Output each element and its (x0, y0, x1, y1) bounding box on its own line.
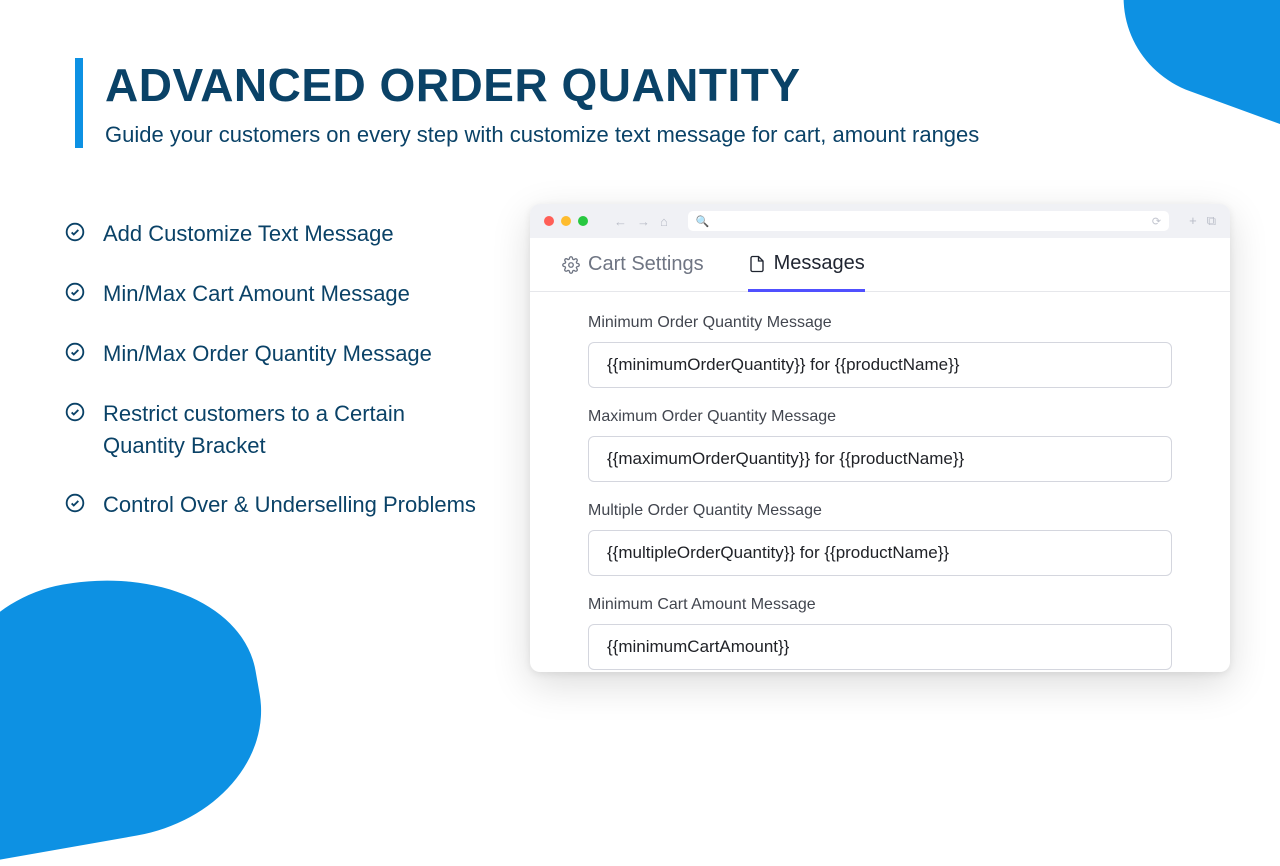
messages-form: Minimum Order Quantity Message Maximum O… (530, 292, 1230, 670)
feature-item: Min/Max Cart Amount Message (65, 278, 485, 310)
address-bar[interactable]: 🔍 ⟳ (688, 211, 1169, 231)
field-label: Minimum Order Quantity Message (588, 314, 1172, 332)
min-order-qty-input[interactable] (588, 342, 1172, 388)
tab-messages[interactable]: Messages (748, 252, 865, 292)
browser-nav-icons: ← → ⌂ (614, 214, 668, 229)
field-label: Maximum Order Quantity Message (588, 408, 1172, 426)
feature-item: Restrict customers to a Certain Quantity… (65, 398, 485, 462)
feature-text: Add Customize Text Message (103, 218, 394, 250)
feature-text: Min/Max Cart Amount Message (103, 278, 410, 310)
field-label: Multiple Order Quantity Message (588, 502, 1172, 520)
field-min-cart-amount: Minimum Cart Amount Message (588, 596, 1172, 670)
check-circle-icon (65, 222, 85, 242)
min-cart-amount-input[interactable] (588, 624, 1172, 670)
feature-text: Restrict customers to a Certain Quantity… (103, 398, 485, 462)
decorative-blob-bottom-left (0, 554, 280, 866)
tab-label: Cart Settings (588, 253, 704, 276)
browser-window: ← → ⌂ 🔍 ⟳ + ⧉ Cart Settings Messages Min… (530, 204, 1230, 672)
feature-item: Min/Max Order Quantity Message (65, 338, 485, 370)
page-title: ADVANCED ORDER QUANTITY (105, 58, 979, 112)
forward-icon[interactable]: → (637, 214, 650, 229)
field-max-order-qty: Maximum Order Quantity Message (588, 408, 1172, 482)
max-order-qty-input[interactable] (588, 436, 1172, 482)
search-icon: 🔍 (696, 215, 710, 228)
copy-icon[interactable]: ⧉ (1207, 213, 1216, 229)
feature-item: Control Over & Underselling Problems (65, 489, 485, 521)
tab-label: Messages (774, 252, 865, 275)
tab-bar: Cart Settings Messages (530, 238, 1230, 292)
feature-list: Add Customize Text Message Min/Max Cart … (65, 218, 485, 549)
minimize-dot-icon[interactable] (561, 216, 571, 226)
field-multiple-order-qty: Multiple Order Quantity Message (588, 502, 1172, 576)
document-icon (748, 255, 766, 273)
page-header: ADVANCED ORDER QUANTITY Guide your custo… (75, 58, 979, 148)
field-min-order-qty: Minimum Order Quantity Message (588, 314, 1172, 388)
browser-chrome: ← → ⌂ 🔍 ⟳ + ⧉ (530, 204, 1230, 238)
multiple-order-qty-input[interactable] (588, 530, 1172, 576)
feature-text: Control Over & Underselling Problems (103, 489, 476, 521)
home-icon[interactable]: ⌂ (660, 214, 668, 229)
gear-icon (562, 256, 580, 274)
field-label: Minimum Cart Amount Message (588, 596, 1172, 614)
tab-cart-settings[interactable]: Cart Settings (562, 252, 704, 291)
close-dot-icon[interactable] (544, 216, 554, 226)
decorative-blob-top-right (1096, 0, 1280, 132)
traffic-lights (544, 216, 588, 226)
plus-icon[interactable]: + (1189, 213, 1197, 229)
check-circle-icon (65, 493, 85, 513)
browser-right-icons: + ⧉ (1189, 213, 1216, 229)
check-circle-icon (65, 342, 85, 362)
feature-text: Min/Max Order Quantity Message (103, 338, 432, 370)
maximize-dot-icon[interactable] (578, 216, 588, 226)
check-circle-icon (65, 282, 85, 302)
refresh-icon[interactable]: ⟳ (1152, 215, 1161, 228)
page-subtitle: Guide your customers on every step with … (105, 122, 979, 148)
feature-item: Add Customize Text Message (65, 218, 485, 250)
back-icon[interactable]: ← (614, 214, 627, 229)
check-circle-icon (65, 402, 85, 422)
